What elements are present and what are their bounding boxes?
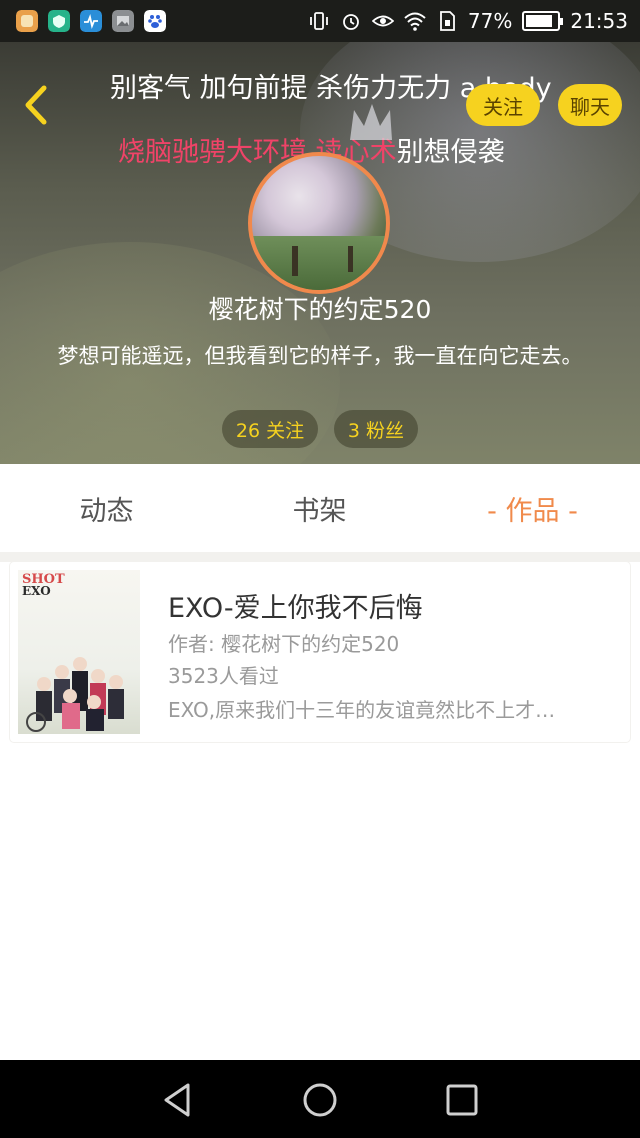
app-store-icon	[16, 10, 38, 32]
lyric-rest: 别想侵袭	[396, 137, 505, 168]
bio: 梦想可能遥远，但我看到它的样子，我一直在向它走去。	[57, 344, 583, 368]
eye-icon	[371, 15, 394, 27]
wifi-shield-icon	[48, 10, 70, 32]
book-cover: SHOT EXO	[18, 570, 140, 734]
square-recents-icon	[446, 1084, 478, 1116]
fans-count-button[interactable]: 3 粉丝	[334, 410, 418, 448]
chevron-left-icon	[25, 85, 47, 125]
battery-percent: 77%	[467, 9, 513, 33]
crown-icon	[350, 104, 392, 140]
nav-recents-button[interactable]	[442, 1080, 482, 1120]
app-root: 77% 21:53 别客气 加句前提 杀伤力无力 a body 烧脑驰骋大环境 …	[0, 0, 640, 1138]
divider	[0, 552, 640, 562]
cover-people-illustration	[26, 657, 124, 732]
cover-text: EXO	[22, 584, 51, 598]
follow-button[interactable]: 关注	[466, 84, 540, 126]
battery-icon	[522, 11, 564, 31]
back-button[interactable]	[18, 82, 52, 128]
avatar-ground	[252, 236, 386, 290]
sim-icon	[440, 11, 455, 31]
clock: 21:53	[570, 9, 628, 33]
work-author: 作者: 樱花树下的约定520	[168, 632, 400, 656]
status-bar: 77% 21:53	[0, 0, 640, 42]
gallery-icon	[112, 10, 134, 32]
tab-bookshelf[interactable]: 书架	[213, 489, 426, 528]
nav-back-button[interactable]	[158, 1080, 198, 1120]
avatar[interactable]	[248, 152, 390, 294]
alarm-icon	[343, 14, 359, 30]
system-navigation-bar	[0, 1060, 640, 1138]
chat-button[interactable]: 聊天	[558, 84, 622, 126]
profile-tabs: 动态 书架 - 作品 -	[0, 464, 640, 552]
work-views: 3523人看过	[168, 664, 279, 688]
vibrate-icon	[310, 12, 328, 30]
system-status: 77% 21:53	[308, 0, 628, 42]
work-description: EXO,原来我们十三年的友谊竟然比不上才…	[168, 698, 556, 722]
username: 樱花树下的约定520	[208, 295, 432, 324]
tab-works[interactable]: - 作品 -	[426, 489, 639, 528]
tab-activity[interactable]: 动态	[0, 489, 213, 528]
nav-home-button[interactable]	[300, 1080, 340, 1120]
health-icon	[80, 10, 102, 32]
work-item[interactable]: SHOT EXO EXO-爱上你我不后悔 作者: 樱花树下的约定520 3523…	[10, 562, 630, 742]
circle-home-icon	[303, 1083, 337, 1117]
notification-icons	[0, 10, 166, 32]
triangle-back-icon	[164, 1083, 190, 1117]
avatar-tree-trunk	[348, 246, 353, 272]
following-count-button[interactable]: 26 关注	[222, 410, 318, 448]
wifi-icon	[404, 12, 426, 31]
profile-header: 别客气 加句前提 杀伤力无力 a body 烧脑驰骋大环境 读心术别想侵袭 关注…	[0, 42, 640, 464]
baidu-paw-icon	[144, 10, 166, 32]
avatar-tree-trunk	[292, 246, 298, 276]
work-title: EXO-爱上你我不后悔	[168, 593, 423, 624]
